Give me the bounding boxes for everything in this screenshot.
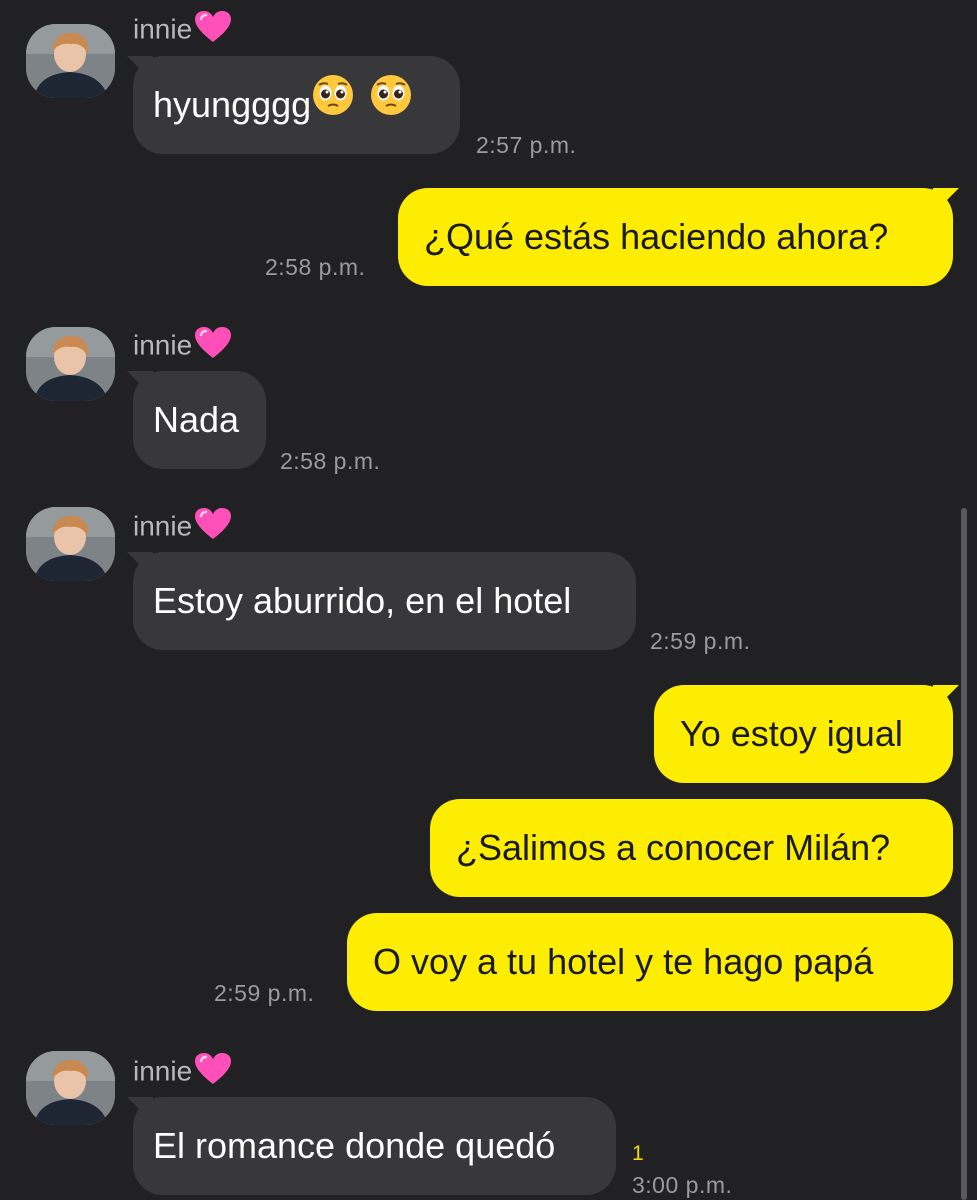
incoming-message-bubble[interactable]: Nada — [133, 371, 266, 469]
incoming-message-bubble[interactable]: El romance donde quedó — [133, 1097, 616, 1195]
message-text: Yo estoy igual — [680, 713, 903, 754]
incoming-message-bubble[interactable]: hyungggg — [133, 56, 460, 154]
contact-avatar[interactable] — [26, 507, 115, 581]
avatar-photo — [26, 507, 115, 581]
contact-avatar[interactable] — [26, 24, 115, 98]
avatar-photo — [26, 1051, 115, 1125]
avatar-photo — [26, 24, 115, 98]
outgoing-message-bubble[interactable]: ¿Salimos a conocer Milán? — [430, 799, 953, 897]
pleading-face-icon — [311, 56, 355, 154]
outgoing-message-bubble[interactable]: O voy a tu hotel y te hago papá — [347, 913, 953, 1011]
scrollbar[interactable] — [961, 508, 967, 1200]
pleading-face-icon — [369, 56, 413, 154]
message-text: El romance donde quedó — [153, 1125, 556, 1166]
message-text: ¿Salimos a conocer Milán? — [456, 827, 891, 868]
avatar-photo — [26, 327, 115, 401]
message-timestamp: 2:58 p.m. — [280, 448, 381, 474]
message-timestamp: 2:57 p.m. — [476, 132, 577, 158]
message-timestamp: 2:59 p.m. — [214, 980, 315, 1006]
pink-heart-icon — [194, 10, 232, 52]
sender-name: innie — [133, 1052, 232, 1094]
sender-name: innie — [133, 326, 232, 368]
outgoing-message-bubble[interactable]: Yo estoy igual — [654, 685, 953, 783]
message-text: ¿Qué estás haciendo ahora? — [424, 216, 889, 257]
message-timestamp: 3:00 p.m. — [632, 1172, 733, 1198]
message-timestamp: 2:58 p.m. — [265, 254, 366, 280]
chat-window: innie hyungggg 2:57 p.m. ¿Qué estás haci… — [0, 0, 977, 1200]
contact-avatar[interactable] — [26, 327, 115, 401]
message-text: O voy a tu hotel y te hago papá — [373, 941, 874, 982]
pink-heart-icon — [194, 507, 232, 549]
message-text: hyungggg — [153, 84, 312, 125]
outgoing-message-bubble[interactable]: ¿Qué estás haciendo ahora? — [398, 188, 953, 286]
contact-avatar[interactable] — [26, 1051, 115, 1125]
message-timestamp: 2:59 p.m. — [650, 628, 751, 654]
message-text: Nada — [153, 399, 240, 440]
pink-heart-icon — [194, 1052, 232, 1094]
pink-heart-icon — [194, 326, 232, 368]
sender-name: innie — [133, 507, 232, 549]
incoming-message-bubble[interactable]: Estoy aburrido, en el hotel — [133, 552, 636, 650]
sender-name: innie — [133, 10, 232, 52]
message-text: Estoy aburrido, en el hotel — [153, 580, 572, 621]
unread-count-badge: 1 — [632, 1142, 644, 1165]
